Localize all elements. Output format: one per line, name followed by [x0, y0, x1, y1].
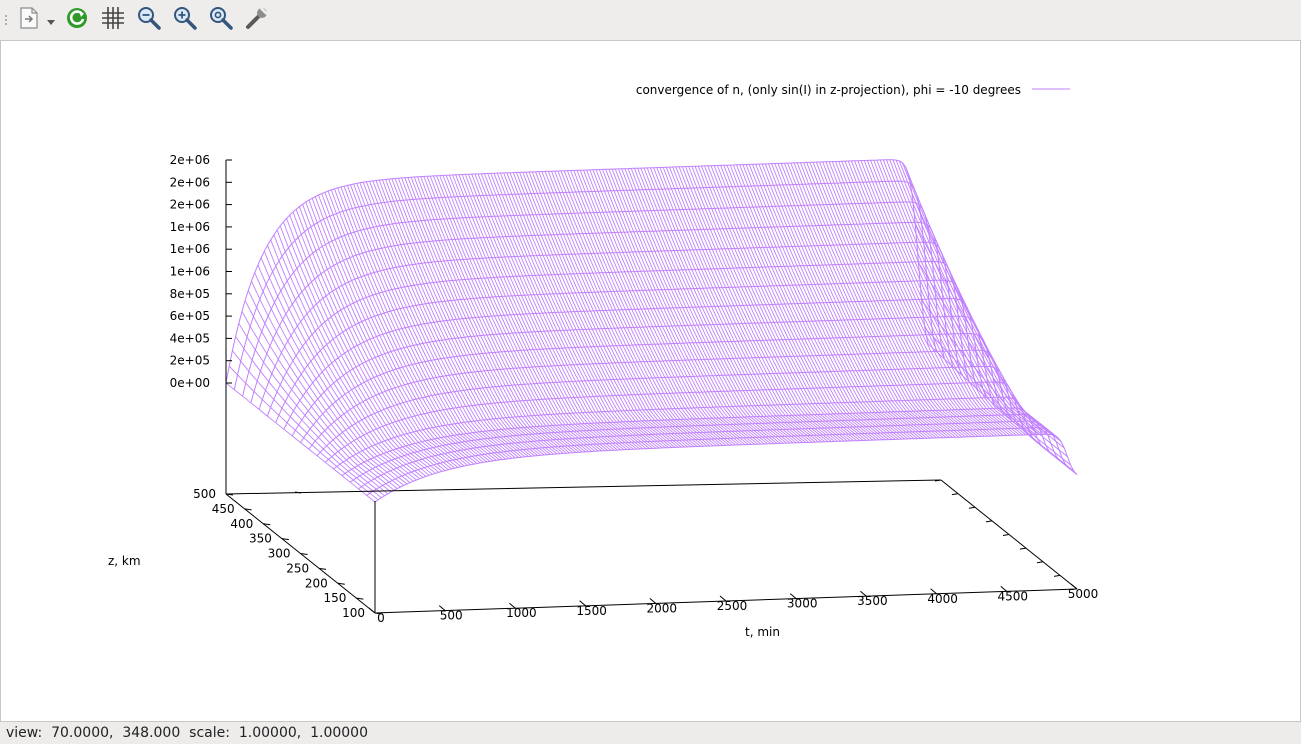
replot-icon	[64, 5, 90, 35]
grid-icon	[100, 5, 126, 35]
z-tick-label: 6e+05	[170, 309, 210, 323]
x-tick-label: 2500	[717, 599, 748, 613]
y-tick-label: 400	[230, 517, 253, 531]
z-tick-label: 2e+06	[170, 153, 210, 167]
y-tick-label: 200	[305, 576, 328, 590]
x-tick-label: 1000	[506, 606, 537, 620]
zoom-fit-icon	[208, 5, 234, 35]
x-tick-mark	[368, 607, 376, 614]
y-tick-label: 250	[286, 561, 309, 575]
chevron-down-icon	[47, 11, 55, 30]
z-tick-label: 1e+06	[170, 220, 210, 234]
export-icon	[16, 5, 42, 35]
x-tick-label: 4000	[927, 592, 958, 606]
x-tick-label: 1500	[576, 604, 607, 618]
y-axis-title: z, km	[108, 554, 141, 568]
z-tick-label: 2e+05	[170, 354, 210, 368]
z-tick-label: 1e+06	[170, 242, 210, 256]
surface-chart: 0e+00 2e+05 4e+05 6e+05 8e+05 1e+06 1e+06 1e+06…	[108, 83, 1099, 639]
y-tick-label: 150	[323, 591, 346, 605]
export-dropdown[interactable]	[46, 5, 56, 35]
x-axis-title: t, min	[745, 625, 780, 639]
y-tick-label: 100	[342, 606, 365, 620]
z-tick-label: 1e+06	[170, 265, 210, 279]
z-tick-label: 2e+06	[170, 175, 210, 189]
x-tick-label: 3000	[787, 597, 818, 611]
surface-line-t	[267, 245, 417, 481]
status-scale-label: scale:	[189, 725, 230, 741]
replot-button[interactable]	[62, 5, 92, 35]
y-tick-mark-far	[1002, 534, 1010, 536]
z-tick-label: 4e+05	[170, 331, 210, 345]
grid-button[interactable]	[98, 5, 128, 35]
zoom-in-icon	[172, 5, 198, 35]
status-view-label: view:	[6, 725, 43, 741]
toolbar-grip[interactable]	[4, 14, 8, 26]
surface-mesh	[225, 159, 1078, 503]
plot-area[interactable]: 0e+00 2e+05 4e+05 6e+05 8e+05 1e+06 1e+06 1e+06…	[0, 40, 1301, 722]
y-tick-mark-far	[1036, 561, 1044, 564]
settings-icon	[244, 5, 270, 35]
x-tick-label: 4500	[998, 589, 1029, 603]
legend-label: convergence of n, (only sin(I) in z-proj…	[636, 83, 1021, 97]
x-tick-label: 2000	[647, 601, 678, 615]
back-base-line	[225, 479, 942, 495]
zoom-in-button[interactable]	[170, 5, 200, 35]
y-tick-label: 500	[193, 487, 216, 501]
z-tick-label: 8e+05	[170, 287, 210, 301]
x-tick-label: 5000	[1068, 587, 1099, 601]
status-bar: view: 70.0000, 348.000 scale: 1.00000, 1…	[0, 722, 1301, 744]
x-tick-label: 3500	[857, 594, 888, 608]
surface-line-t	[908, 175, 1059, 438]
z-tick-label: 0e+00	[170, 376, 210, 390]
surface-line-t	[270, 239, 420, 480]
y-tick-mark-far	[968, 506, 976, 509]
y-tick-mark-far	[1053, 574, 1061, 577]
z-tick-label: 2e+06	[170, 198, 210, 212]
export-button[interactable]	[14, 5, 44, 35]
toolbar	[0, 0, 1301, 40]
settings-button[interactable]	[242, 5, 272, 35]
surface-line-t	[228, 365, 379, 501]
y-tick-mark-far	[1019, 547, 1027, 550]
zoom-fit-button[interactable]	[206, 5, 236, 35]
status-scale-value: 1.00000, 1.00000	[238, 725, 368, 741]
x-tick-label: 500	[440, 609, 463, 623]
y-tick-label: 300	[268, 547, 291, 561]
surface-line-t	[254, 272, 404, 486]
zoom-out-icon	[136, 5, 162, 35]
y-tick-label: 450	[212, 502, 235, 516]
y-tick-label: 350	[249, 532, 272, 546]
y-tick-mark-far	[951, 493, 959, 496]
zoom-out-button[interactable]	[134, 5, 164, 35]
y-tick-mark-far	[985, 520, 993, 523]
status-view-value: 70.0000, 348.000	[51, 725, 181, 741]
